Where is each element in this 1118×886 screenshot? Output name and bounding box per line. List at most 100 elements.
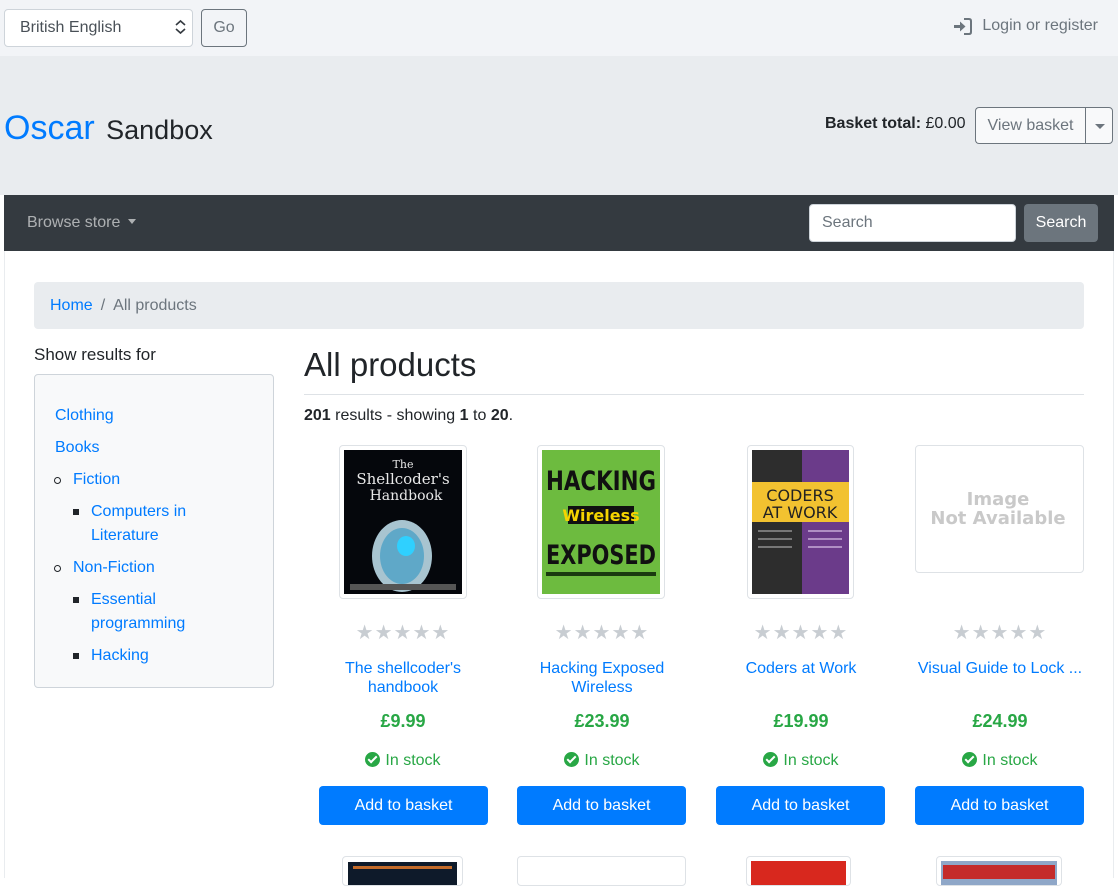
login-link[interactable]: Login or register <box>953 17 1098 35</box>
book-cover-partial <box>348 862 457 885</box>
product-image[interactable] <box>342 856 463 886</box>
product-title[interactable]: Visual Guide to Lock ... <box>915 659 1085 678</box>
browse-store-menu[interactable]: Browse store <box>27 214 137 232</box>
category-essential-programming[interactable]: Essential programming <box>91 588 185 636</box>
product-image[interactable]: HACKING Wireless EXPOSED <box>537 445 665 599</box>
basket-total: Basket total: £0.00 <box>825 115 966 133</box>
stock-label: In stock <box>783 752 839 769</box>
results-summary: 201 results - showing 1 to 20. <box>304 407 513 425</box>
sidebar-heading: Show results for <box>34 345 156 364</box>
category-label-line2: programming <box>91 615 186 632</box>
add-to-basket-button[interactable]: Add to basket <box>517 786 686 825</box>
product-image[interactable] <box>746 856 851 886</box>
placeholder-text: Image <box>967 489 1030 510</box>
caret-down-icon <box>128 219 137 224</box>
book-cover-partial <box>941 861 1057 885</box>
list-bullet <box>73 597 79 603</box>
search-input[interactable]: Search <box>809 204 1016 242</box>
add-to-basket-button[interactable]: Add to basket <box>319 786 488 825</box>
category-computers-in-literature[interactable]: Computers in Literature <box>91 500 186 548</box>
top-bar: British English Go Login or register <box>0 0 1118 56</box>
category-label-line1: Essential <box>91 591 156 608</box>
product-price: £19.99 <box>773 711 829 731</box>
check-circle-icon <box>564 752 580 767</box>
category-hacking[interactable]: Hacking <box>91 644 149 668</box>
product-price: £24.99 <box>972 711 1028 731</box>
results-to-word: to <box>473 407 487 424</box>
category-fiction[interactable]: Fiction <box>73 468 120 492</box>
language-select[interactable]: British English <box>4 9 193 47</box>
category-label-line1: Computers in <box>91 503 187 520</box>
product-title-line2: handbook <box>367 679 439 696</box>
chevron-down-icon <box>1095 124 1105 129</box>
breadcrumb: Home / All products <box>34 282 1084 329</box>
breadcrumb-home[interactable]: Home <box>50 297 93 314</box>
stock-status: In stock <box>716 752 886 770</box>
book-cover-shellcoder: The Shellcoder's Handbook <box>344 450 462 594</box>
cover-text: Wireless <box>562 506 639 525</box>
list-bullet <box>54 477 61 484</box>
results-period: . <box>508 407 514 424</box>
basket-total-value: £0.00 <box>925 115 966 132</box>
product-image[interactable]: CODERS AT WORK <box>747 445 854 599</box>
product-image[interactable] <box>517 856 686 886</box>
go-button[interactable]: Go <box>201 9 247 47</box>
basket-dropdown-toggle[interactable] <box>1085 107 1113 144</box>
category-books[interactable]: Books <box>55 436 99 460</box>
cover-text: EXPOSED <box>546 540 656 571</box>
breadcrumb-separator: / <box>100 297 106 314</box>
stock-status: In stock <box>318 752 488 770</box>
product-title[interactable]: Hacking Exposed Wireless <box>517 659 687 697</box>
basket-total-label: Basket total: <box>825 115 922 132</box>
cover-text: Shellcoder's <box>356 470 449 488</box>
cover-text: Handbook <box>370 488 443 504</box>
book-cover-partial <box>751 861 846 885</box>
star-rating: ★★★★★ <box>554 622 650 644</box>
product-image[interactable] <box>936 856 1062 886</box>
login-label: Login or register <box>982 17 1098 34</box>
page-header: Oscar Sandbox Basket total: £0.00 View b… <box>0 56 1118 195</box>
product-title-line2: Wireless <box>571 679 633 696</box>
category-non-fiction[interactable]: Non-Fiction <box>73 556 155 580</box>
product-image[interactable]: Image Not Available <box>915 445 1084 573</box>
category-clothing[interactable]: Clothing <box>55 404 114 428</box>
breadcrumb-current: All products <box>113 297 197 314</box>
list-bullet <box>54 565 61 572</box>
category-sidebar: Clothing Books Fiction Computers in Lite… <box>34 374 274 688</box>
category-label-line2: Literature <box>91 527 159 544</box>
book-cover-coders-at-work: CODERS AT WORK <box>752 450 849 594</box>
star-rating: ★★★★★ <box>753 622 849 644</box>
product-title-line1: Coders at Work <box>745 660 857 677</box>
check-circle-icon <box>365 752 381 767</box>
placeholder-text: Not Available <box>930 508 1065 529</box>
add-to-basket-button[interactable]: Add to basket <box>716 786 885 825</box>
book-cover-hacking-exposed: HACKING Wireless EXPOSED <box>542 450 660 594</box>
language-select-value: British English <box>20 19 122 36</box>
product-title-line1: Visual Guide to Lock ... <box>917 660 1083 677</box>
product-title[interactable]: Coders at Work <box>716 659 886 678</box>
list-bullet <box>73 509 79 515</box>
check-circle-icon <box>962 752 978 767</box>
results-count: 201 <box>304 407 331 424</box>
search-button[interactable]: Search <box>1024 204 1098 242</box>
list-bullet <box>73 653 79 659</box>
sign-in-icon <box>954 17 973 35</box>
product-image[interactable]: The Shellcoder's Handbook <box>339 445 467 599</box>
browse-store-label: Browse store <box>27 214 121 231</box>
main-navbar: Browse store Search Search <box>4 195 1114 251</box>
brand-logo[interactable]: Oscar Sandbox <box>4 109 213 148</box>
star-rating: ★★★★★ <box>355 622 451 644</box>
page-title: All products <box>304 346 477 383</box>
view-basket-button[interactable]: View basket <box>975 107 1085 144</box>
results-text: results - showing <box>335 407 456 424</box>
stock-label: In stock <box>982 752 1038 769</box>
add-to-basket-button[interactable]: Add to basket <box>915 786 1084 825</box>
brand-main: Oscar <box>4 109 95 147</box>
results-to: 20 <box>490 407 509 424</box>
title-divider <box>304 394 1084 395</box>
cover-text: HACKING <box>546 466 656 497</box>
brand-sub: Sandbox <box>106 115 213 145</box>
stock-label: In stock <box>584 752 640 769</box>
product-title[interactable]: The shellcoder's handbook <box>318 659 488 697</box>
star-rating: ★★★★★ <box>952 622 1048 644</box>
